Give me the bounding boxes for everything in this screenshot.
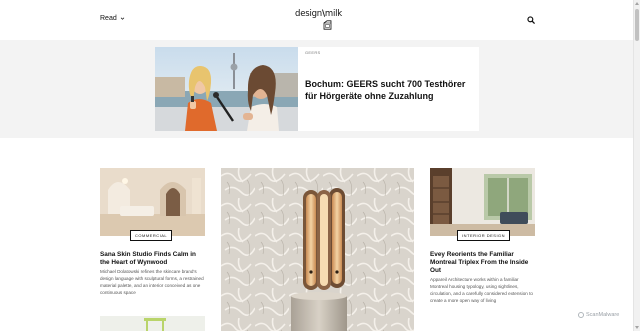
scanmalware-watermark: ScanMalware — [578, 312, 619, 318]
scroll-up-arrow-icon[interactable] — [635, 2, 639, 5]
scroll-thumb[interactable] — [635, 9, 639, 41]
article-title[interactable]: Evey Reorients the Familiar Montreal Tri… — [430, 251, 534, 275]
chevron-down-icon — [120, 17, 124, 20]
milk-carton-icon — [323, 20, 332, 30]
category-tag[interactable]: INTERIOR DESIGN — [457, 230, 511, 241]
sponsored-headline[interactable]: Bochum: GEERS sucht 700 Testhörer für Hö… — [305, 78, 473, 102]
shield-icon — [578, 312, 584, 318]
article-image-sana — [100, 168, 205, 236]
article-card-evey[interactable]: INTERIOR DESIGN Evey Reorients the Famil… — [430, 168, 535, 308]
watermark-text: ScanMalware — [586, 312, 620, 318]
page-scrollbar[interactable] — [633, 0, 640, 331]
featured-article-image[interactable] — [221, 168, 414, 331]
article-image-evey — [430, 168, 535, 236]
article-title[interactable]: Sana Skin Studio Finds Calm in the Heart… — [100, 251, 205, 267]
logo-wordmark: design\milk — [295, 9, 343, 19]
sponsored-image — [155, 47, 298, 131]
site-logo[interactable]: design\milk — [295, 9, 342, 30]
article-excerpt: Appareil Architecture works within a fam… — [430, 277, 533, 303]
next-article-image[interactable] — [100, 316, 205, 331]
article-card-sana[interactable]: COMMERCIAL Sana Skin Studio Finds Calm i… — [100, 168, 205, 308]
site-header: Read design\milk — [0, 0, 633, 40]
sponsored-card[interactable]: GEERS Bochum: GEERS sucht 700 Testhörer … — [155, 47, 479, 131]
sponsor-name: GEERS — [305, 50, 321, 55]
search-icon[interactable] — [527, 16, 535, 24]
scroll-down-arrow-icon[interactable] — [635, 326, 639, 329]
article-excerpt: Michael Dolatowski refines the skincare … — [100, 269, 204, 295]
category-tag[interactable]: COMMERCIAL — [130, 230, 173, 241]
read-menu[interactable]: Read — [100, 15, 125, 22]
read-menu-label: Read — [100, 15, 117, 22]
